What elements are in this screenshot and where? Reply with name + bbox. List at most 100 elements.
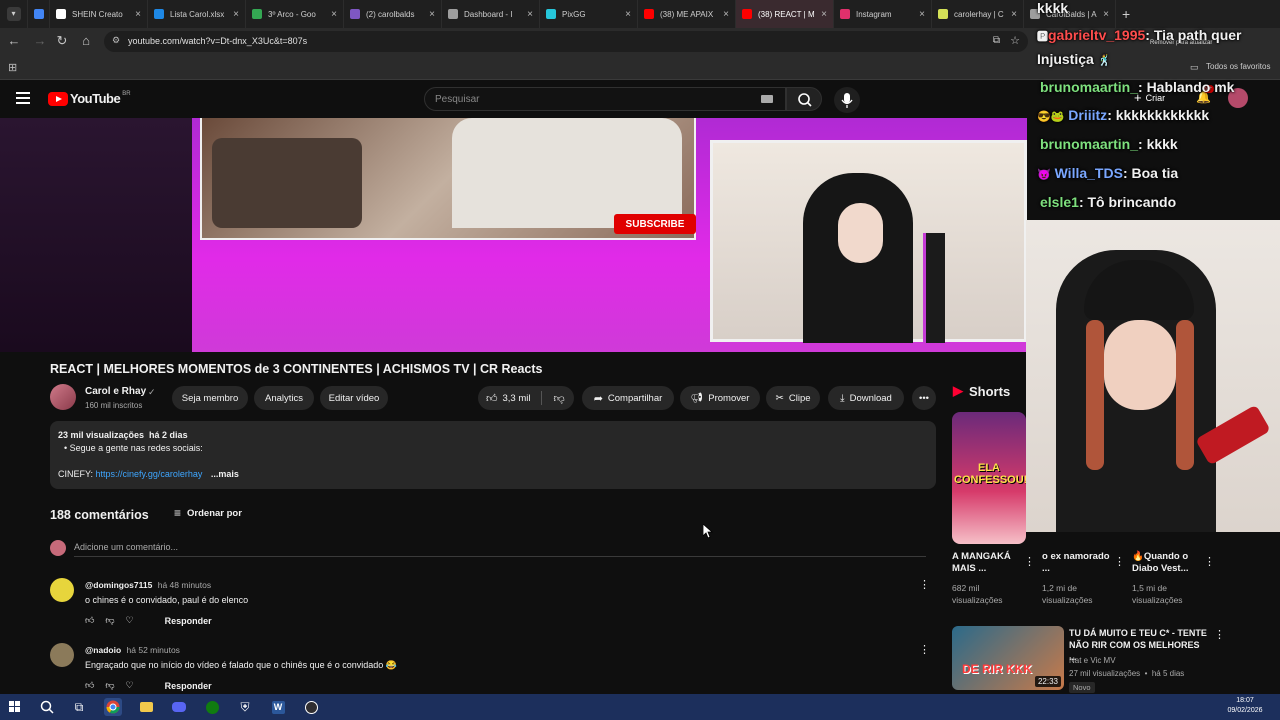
short-title[interactable]: o ex namorado ... <box>1042 551 1112 576</box>
close-icon[interactable]: × <box>233 9 239 20</box>
tab-2[interactable]: 3º Arco - Goo × <box>246 0 344 28</box>
tab-4[interactable]: Dashboard - I × <box>442 0 540 28</box>
home-button[interactable]: ⌂ <box>78 33 94 49</box>
dislike-icon[interactable]: 👎︎ <box>553 392 564 405</box>
close-icon[interactable]: × <box>527 9 533 20</box>
install-app-icon[interactable]: ⧉ <box>993 35 1000 46</box>
short-menu-icon[interactable]: ⋮ <box>1024 555 1035 568</box>
site-info-icon[interactable]: ⚙ <box>112 35 120 46</box>
recommended-menu-icon[interactable]: ⋮ <box>1214 628 1225 641</box>
cinefy-link[interactable]: https://cinefy.gg/carolerhay <box>96 469 203 479</box>
file-explorer-icon[interactable] <box>137 698 155 716</box>
apps-grid-icon[interactable]: ⊞ <box>8 61 17 74</box>
word-icon[interactable]: W <box>269 698 287 716</box>
channel-name[interactable]: Carol e Rhay <box>85 386 146 397</box>
close-icon[interactable]: × <box>723 9 729 20</box>
url-text[interactable]: youtube.com/watch?v=Dt-dnx_X3Uc&t=807s <box>128 36 307 46</box>
close-icon[interactable]: × <box>331 9 337 20</box>
search-icon[interactable] <box>38 698 56 716</box>
add-comment-input[interactable]: Adicione um comentário... <box>74 542 178 552</box>
like-icon[interactable]: 👍︎ <box>85 680 94 691</box>
tab-3[interactable]: (2) carolbalds × <box>344 0 442 28</box>
close-icon[interactable]: × <box>919 9 925 20</box>
discord-icon[interactable] <box>170 698 188 716</box>
sort-label: Ordenar por <box>187 507 242 519</box>
pinned-tab[interactable] <box>28 0 50 28</box>
reload-button[interactable]: ↻ <box>54 33 70 49</box>
share-button[interactable]: ➦ Compartilhar <box>582 386 674 410</box>
search-input[interactable]: Pesquisar <box>424 87 786 111</box>
short-menu-icon[interactable]: ⋮ <box>1204 555 1215 568</box>
comment-menu-icon[interactable]: ⋮ <box>919 578 930 591</box>
close-icon[interactable]: × <box>135 9 141 20</box>
comment-time[interactable]: há 52 minutos <box>127 645 180 655</box>
recommended-thumbnail[interactable]: DE RIR KKK 22:33 <box>952 626 1064 690</box>
search-button[interactable] <box>786 87 822 111</box>
download-button[interactable]: ⤓ Download <box>828 386 904 410</box>
comment-author[interactable]: @nadoio <box>85 645 121 655</box>
tab-search-button[interactable]: ▾ <box>0 0 28 28</box>
tab-5[interactable]: PixGG × <box>540 0 638 28</box>
windows-start-icon[interactable] <box>6 698 24 716</box>
promote-button[interactable]: 📢︎ Promover <box>680 386 760 410</box>
heart-icon[interactable]: ♡ <box>126 615 134 626</box>
short-title[interactable]: A MANGAKÁ MAIS ... <box>952 551 1022 576</box>
like-count[interactable]: 3,3 mil <box>503 393 531 404</box>
youtube-icon <box>644 9 654 19</box>
edit-video-button[interactable]: Editar vídeo <box>320 386 388 410</box>
bookmark-star-icon[interactable]: ☆ <box>1010 34 1020 47</box>
close-icon[interactable]: × <box>1011 9 1017 20</box>
youtube-logo[interactable]: YouTube BR <box>48 91 131 106</box>
channel-avatar[interactable] <box>50 384 76 410</box>
short-title[interactable]: 🔥Quando o Diabo Vest... <box>1132 551 1202 576</box>
clock[interactable]: 18:07 09/02/2026 <box>1218 696 1272 716</box>
sort-button[interactable]: ≡ Ordenar por <box>174 506 242 520</box>
description-box[interactable]: 23 mil visualizações há 2 dias • Segue a… <box>50 421 936 489</box>
tab-7-active[interactable]: (38) REACT | M × <box>736 0 834 28</box>
more-actions-button[interactable]: ••• <box>912 386 936 410</box>
comment-author[interactable]: @domingos7115 <box>85 580 152 590</box>
show-more-link[interactable]: ...mais <box>211 469 239 479</box>
task-view-icon[interactable]: ⧉ <box>70 698 88 716</box>
clip-button[interactable]: ✂ Clipe <box>766 386 820 410</box>
back-button[interactable]: ← <box>6 33 22 49</box>
chrome-icon[interactable] <box>104 698 122 716</box>
like-icon[interactable]: 👍︎ <box>85 615 94 626</box>
reply-button[interactable]: Responder <box>165 616 212 626</box>
video-player[interactable]: SUBSCRIBE <box>0 118 1027 352</box>
obs-icon[interactable] <box>302 698 320 716</box>
join-button[interactable]: Seja membro <box>172 386 248 410</box>
voice-search-button[interactable] <box>834 87 860 113</box>
short-thumbnail[interactable]: ELA CONFESSOU! <box>952 412 1026 544</box>
dislike-icon[interactable]: 👎︎ <box>105 615 114 626</box>
tab-6[interactable]: (38) ME APAIX × <box>638 0 736 28</box>
tab-9[interactable]: carolerhay | C × <box>932 0 1024 28</box>
address-bar[interactable]: ⚙ youtube.com/watch?v=Dt-dnx_X3Uc&t=807s… <box>104 31 1028 52</box>
dislike-icon[interactable]: 👎︎ <box>105 680 114 691</box>
reply-button[interactable]: Responder <box>165 681 212 691</box>
like-icon[interactable]: 👍︎ <box>486 392 498 405</box>
tab-8[interactable]: Instagram × <box>834 0 932 28</box>
keyboard-icon[interactable] <box>761 95 773 103</box>
close-icon[interactable]: × <box>625 9 631 20</box>
recommended-channel[interactable]: Nat e Vic MV <box>1069 656 1116 665</box>
xbox-icon[interactable] <box>203 698 221 716</box>
close-icon[interactable]: × <box>1103 9 1109 20</box>
short-menu-icon[interactable]: ⋮ <box>1114 555 1125 568</box>
menu-icon[interactable] <box>16 92 30 104</box>
close-icon[interactable]: × <box>429 9 435 20</box>
tab-1[interactable]: Lista Carol.xlsx × <box>148 0 246 28</box>
comment-time[interactable]: há 48 minutos <box>158 580 211 590</box>
close-icon[interactable]: × <box>821 9 827 20</box>
analytics-button[interactable]: Analytics <box>254 386 314 410</box>
short-views: 682 mil visualizações <box>952 583 1003 605</box>
tab-0[interactable]: SHEIN Creato × <box>50 0 148 28</box>
new-tab-button[interactable]: + <box>1116 0 1140 28</box>
comment-menu-icon[interactable]: ⋮ <box>919 643 930 656</box>
commenter-avatar[interactable] <box>50 578 74 602</box>
all-bookmarks-link[interactable]: Todos os favoritos <box>1206 62 1270 71</box>
forward-button[interactable]: → <box>32 33 48 49</box>
commenter-avatar[interactable] <box>50 643 74 667</box>
security-icon[interactable]: ⛨ <box>236 698 254 716</box>
heart-icon[interactable]: ♡ <box>126 680 134 691</box>
